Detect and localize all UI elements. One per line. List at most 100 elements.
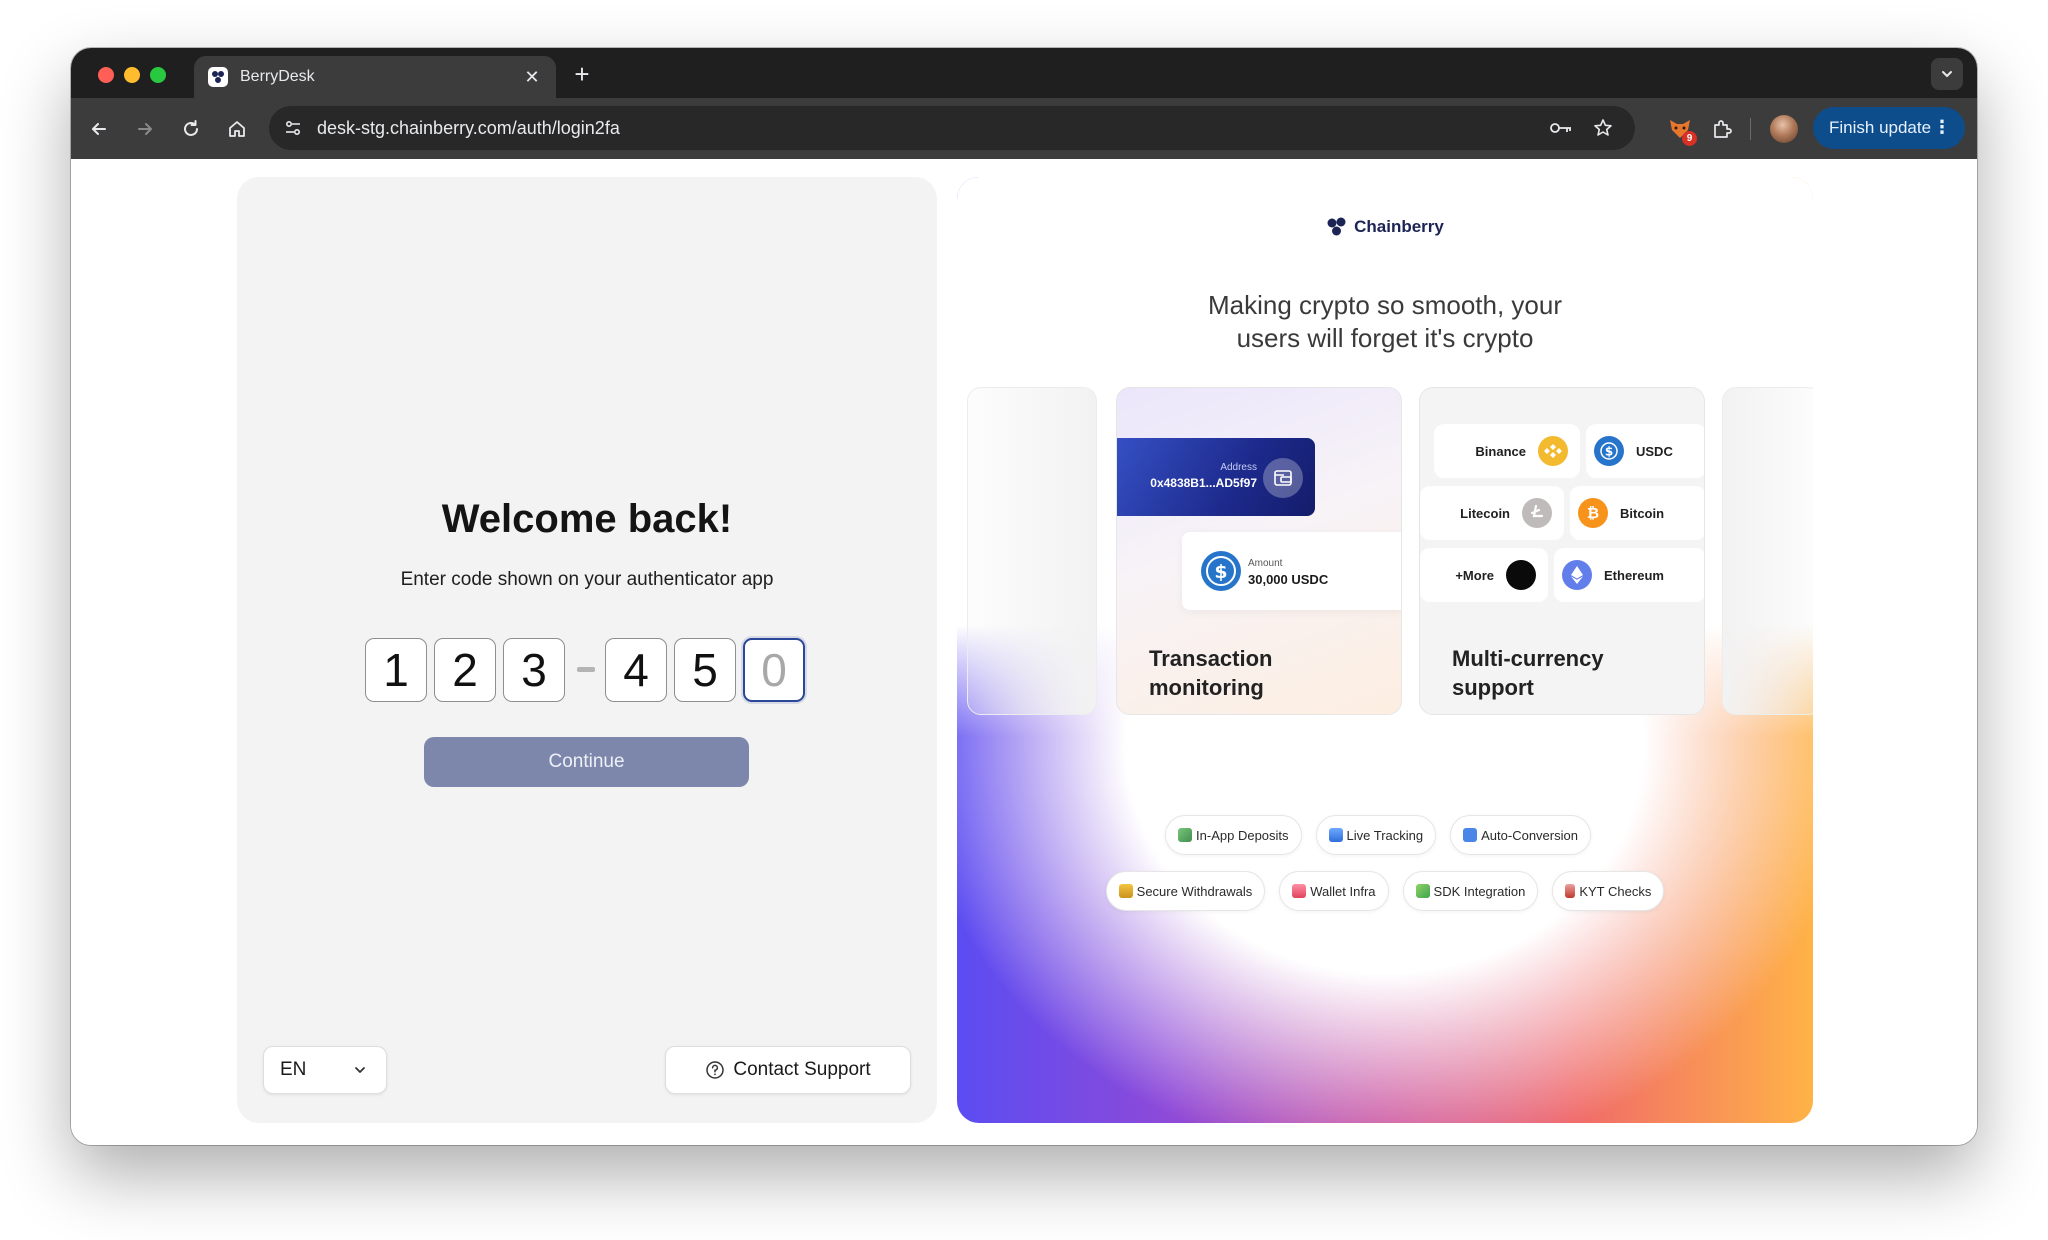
arrow-left-icon [92,123,106,135]
amount-label: Amount [1248,558,1283,569]
otp-digit-5[interactable]: 5 [674,638,736,702]
amount-card: $ Amount 30,000 USDC [1182,532,1401,610]
otp-digit-3[interactable]: 3 [503,638,565,702]
headline-line-1: Making crypto so smooth, your [1207,290,1563,320]
address-value: 0x4838B1...AD5f97 [1150,476,1257,490]
feature-chip-row-2: Secure Withdrawals Wallet Infra SDK Inte… [957,871,1813,911]
wallet-emoji-icon [1292,884,1307,898]
berrydesk-favicon-icon [208,67,228,87]
finish-update-button[interactable]: Finish update ⋮ [1813,107,1965,149]
otp-digit-2[interactable]: 2 [434,638,496,702]
browser-menu-icon[interactable]: ⋮ [1933,118,1951,136]
coin-more: +More [1420,548,1548,602]
coin-ethereum: Ethereum [1554,548,1704,602]
coin-usdc: $ USDC [1586,424,1704,478]
repeat-icon [1463,828,1478,842]
usdc-icon: $ [1201,551,1241,591]
page-content: Welcome back! Enter code shown on your a… [71,159,1977,1145]
card-title: Transaction monitoring [1149,646,1273,700]
page-subtitle: Enter code shown on your authenticator a… [400,569,774,590]
headline-line-2: users will forget it's crypto [1236,323,1534,353]
binance-icon [1538,436,1568,466]
otp-digit-1[interactable]: 1 [365,638,427,702]
url-text[interactable]: desk-stg.chainberry.com/auth/login2fa [317,118,620,139]
otp-digit-4[interactable]: 4 [605,638,667,702]
coin-bitcoin: ₿ Bitcoin [1570,486,1704,540]
extension-badge-count: 9 [1682,131,1697,146]
puzzle-icon [1714,120,1732,138]
tab-berrydesk[interactable]: BerryDesk ✕ [194,56,556,98]
litecoin-icon [1522,498,1552,528]
otp-digit-6[interactable]: 0 [743,638,805,702]
tab-close-icon[interactable]: ✕ [522,67,542,88]
transaction-monitoring-card[interactable]: Address 0x4838B1...AD5f97 $ Amount 30,00… [1116,387,1402,715]
extensions-button[interactable] [1706,113,1738,145]
language-value: EN [280,1059,307,1080]
profile-avatar[interactable] [1770,115,1798,143]
shield-icon [1565,884,1576,898]
tab-title: BerryDesk [240,68,315,85]
extension-fox-icon[interactable]: 9 [1665,114,1697,146]
chip-auto-conversion: Auto-Conversion [1450,815,1591,855]
coin-binance: Binance [1434,424,1580,478]
chainberry-logo-icon [1327,217,1346,236]
contact-support-button[interactable]: Contact Support [665,1046,911,1094]
tab-strip: BerryDesk ✕ + [71,48,1977,98]
puzzle-piece-icon [1415,884,1430,898]
chevron-down-icon [1942,71,1952,78]
svg-text:$: $ [1605,445,1613,459]
reload-button[interactable] [175,113,207,145]
usdc-coin-icon: $ [1594,436,1624,466]
chip-sdk-integration: SDK Integration [1402,871,1539,911]
svg-text:₿: ₿ [1587,504,1599,522]
amount-value: 30,000 USDC [1248,572,1329,587]
chip-secure-withdrawals: Secure Withdrawals [1105,871,1266,911]
browser-toolbar: desk-stg.chainberry.com/auth/login2fa 9 … [71,98,1977,159]
browser-window: BerryDesk ✕ + desk-stg.chainberry.com/au… [71,48,1977,1145]
password-key-icon[interactable] [1549,116,1573,140]
bitcoin-icon: ₿ [1578,498,1608,528]
chip-in-app-deposits: In-App Deposits [1165,815,1302,855]
address-label: Address [1220,462,1257,473]
card-title: Multi-currency support [1452,646,1604,700]
bookmark-star-icon[interactable] [1591,116,1615,140]
new-tab-button[interactable]: + [569,59,595,90]
login-2fa-panel: Welcome back! Enter code shown on your a… [237,177,937,1123]
reload-icon [184,120,198,136]
carousel-card-next[interactable] [1722,387,1813,715]
chip-live-tracking: Live Tracking [1315,815,1437,855]
arrow-right-icon [138,123,152,135]
minimize-window-button[interactable] [124,67,140,83]
carousel-card-prev[interactable] [967,387,1097,715]
more-coins-icon [1506,560,1536,590]
finish-update-label: Finish update [1829,118,1932,137]
promo-panel: Chainberry Making crypto so smooth, your… [957,177,1813,1123]
contact-support-label: Contact Support [733,1059,871,1080]
wallet-icon [1263,458,1303,498]
home-button[interactable] [221,113,253,145]
promo-headline: Making crypto so smooth, your users will… [957,289,1813,355]
multi-currency-card[interactable]: Binance $ USDC Litecoin ₿ Bitcoin +More … [1419,387,1705,715]
site-settings-icon[interactable] [281,116,305,140]
brand-logo: Chainberry [957,217,1813,237]
tab-search-button[interactable] [1931,58,1963,90]
forward-button[interactable] [129,113,161,145]
feature-chip-row-1: In-App Deposits Live Tracking Auto-Conve… [957,815,1813,855]
language-select[interactable]: EN [263,1046,387,1094]
ethereum-icon [1562,560,1592,590]
chip-kyt-checks: KYT Checks [1552,871,1665,911]
address-bar[interactable]: desk-stg.chainberry.com/auth/login2fa [269,106,1635,150]
continue-button[interactable]: Continue [424,737,749,787]
svg-text:$: $ [1214,561,1227,583]
close-window-button[interactable] [98,67,114,83]
brand-name: Chainberry [1354,217,1444,236]
chip-wallet-infra: Wallet Infra [1279,871,1389,911]
back-button[interactable] [83,113,115,145]
chevron-down-icon [355,1067,365,1073]
toolbar-separator [1750,118,1751,140]
home-icon [229,121,245,137]
bar-chart-icon [1328,828,1343,842]
lock-icon [1118,884,1133,898]
maximize-window-button[interactable] [150,67,166,83]
address-card: Address 0x4838B1...AD5f97 [1117,438,1315,516]
